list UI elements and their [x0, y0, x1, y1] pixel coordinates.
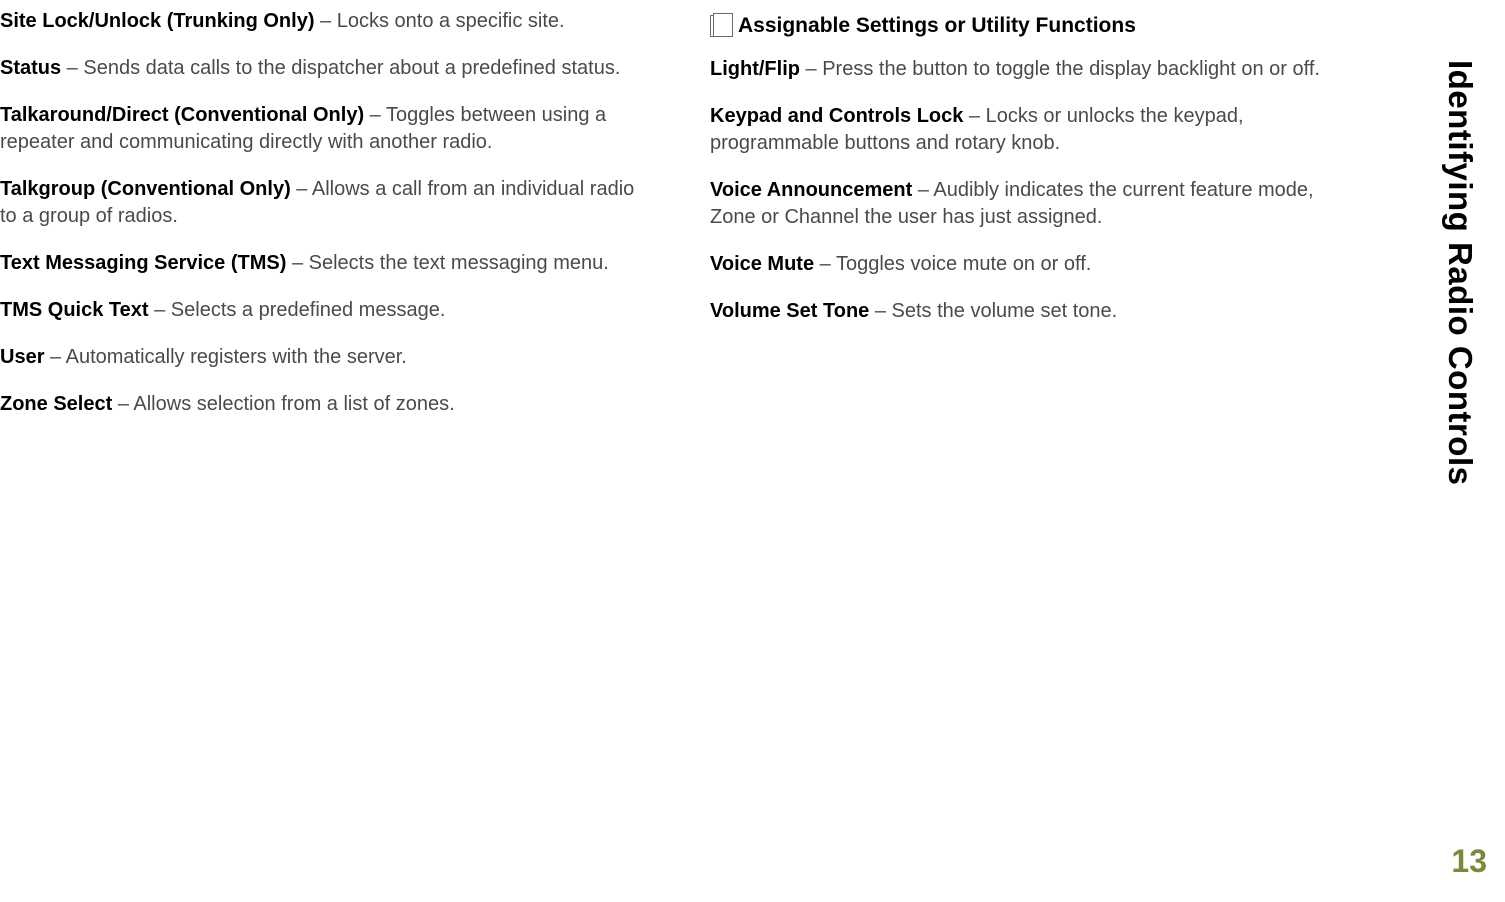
entry: Site Lock/Unlock (Trunking Only) – Locks… [0, 8, 650, 35]
entry: Volume Set Tone – Sets the volume set to… [710, 298, 1330, 325]
right-column: Assignable Settings or Utility Functions… [680, 0, 1360, 438]
entry: TMS Quick Text – Selects a predefined me… [0, 297, 650, 324]
entry: Voice Mute – Toggles voice mute on or of… [710, 251, 1330, 278]
term: Talkgroup (Conventional Only) [0, 178, 291, 200]
entry: Talkgroup (Conventional Only) – Allows a… [0, 176, 650, 230]
desc: – Press the button to toggle the display… [800, 58, 1320, 80]
entry: Text Messaging Service (TMS) – Selects t… [0, 250, 650, 277]
desc: – Sets the volume set tone. [869, 300, 1117, 322]
term: User [0, 346, 44, 368]
desc: – Toggles voice mute on or off. [814, 253, 1091, 275]
term: TMS Quick Text [0, 299, 149, 321]
term: Light/Flip [710, 58, 800, 80]
entry: Talkaround/Direct (Conventional Only) – … [0, 102, 650, 156]
term: Talkaround/Direct (Conventional Only) [0, 104, 364, 126]
section-heading: Assignable Settings or Utility Functions [710, 14, 1330, 38]
entry: Voice Announcement – Audibly indicates t… [710, 177, 1330, 231]
term: Volume Set Tone [710, 300, 869, 322]
desc: – Automatically registers with the serve… [44, 346, 406, 368]
term: Site Lock/Unlock (Trunking Only) [0, 10, 314, 32]
page-number: 13 [1451, 843, 1487, 880]
entry: User – Automatically registers with the … [0, 344, 650, 371]
left-column: Site Lock/Unlock (Trunking Only) – Locks… [0, 0, 680, 438]
side-section-title: Identifying Radio Controls [1441, 60, 1479, 485]
desc: – Selects the text messaging menu. [286, 252, 608, 274]
term: Keypad and Controls Lock [710, 105, 963, 127]
desc: – Selects a predefined message. [149, 299, 446, 321]
document-icon [710, 15, 728, 37]
entry: Zone Select – Allows selection from a li… [0, 391, 650, 418]
term: Voice Mute [710, 253, 814, 275]
section-title: Assignable Settings or Utility Functions [738, 14, 1136, 38]
desc: – Allows selection from a list of zones. [112, 393, 454, 415]
desc: – Locks onto a specific site. [314, 10, 564, 32]
entry: Keypad and Controls Lock – Locks or unlo… [710, 103, 1330, 157]
term: Zone Select [0, 393, 112, 415]
desc: – Sends data calls to the dispatcher abo… [61, 57, 620, 79]
term: Status [0, 57, 61, 79]
entry: Light/Flip – Press the button to toggle … [710, 56, 1330, 83]
page-content: Site Lock/Unlock (Trunking Only) – Locks… [0, 0, 1505, 438]
term: Text Messaging Service (TMS) [0, 252, 286, 274]
term: Voice Announcement [710, 179, 912, 201]
entry: Status – Sends data calls to the dispatc… [0, 55, 650, 82]
